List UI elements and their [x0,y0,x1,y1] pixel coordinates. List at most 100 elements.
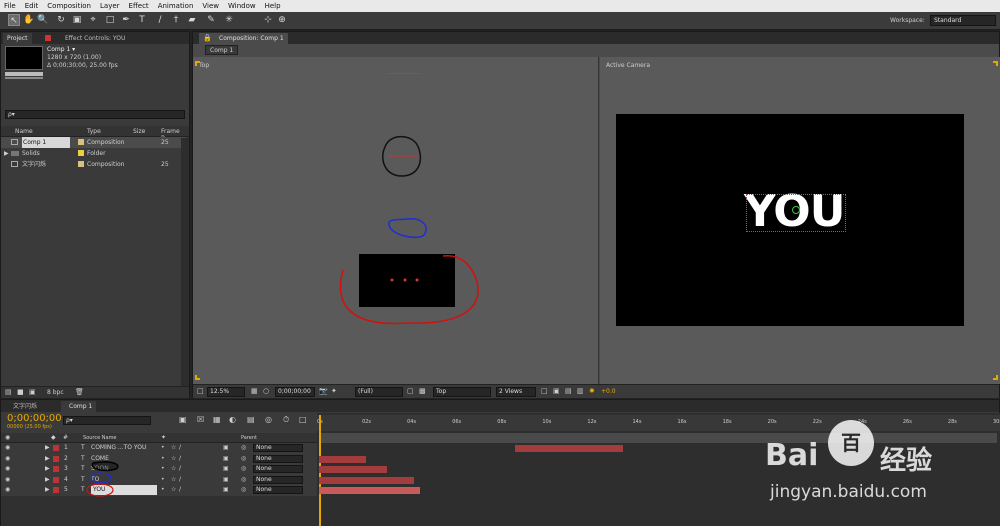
tab-composition[interactable]: Composition: Comp 1 [199,33,288,44]
thumbnail-footer [5,72,43,76]
layer-duration-bar[interactable] [319,466,387,473]
menu-file[interactable]: File [4,2,16,10]
menu-help[interactable]: Help [265,2,281,10]
menu-animation[interactable]: Animation [158,2,194,10]
world-axis-icon[interactable]: ⊕ [276,14,288,26]
project-item-type: Folder [87,150,106,157]
selection-tool-icon[interactable]: ↖ [8,14,20,26]
ruler-tick-label: 04s [407,419,417,425]
ruler-tick-label: 08s [497,419,507,425]
project-scrollbar[interactable] [181,138,189,398]
trash-icon[interactable]: 🗑 [75,388,84,396]
label-swatch [78,161,84,167]
new-folder-icon[interactable]: ■ [17,388,24,396]
comp-size: 1280 x 720 (1.00) [47,54,102,61]
camera-view[interactable]: Active Camera YOU [600,57,1000,384]
new-comp-icon[interactable]: ▣ [29,388,36,396]
red-annotation-circle [339,254,479,325]
layer-duration-bar[interactable] [319,476,414,484]
layer-duration-bar[interactable] [319,487,421,494]
current-time-field[interactable]: 0;00;00;00 [275,387,315,397]
menu-composition[interactable]: Composition [47,2,91,10]
transparency-grid-icon[interactable]: ▩ [419,387,426,395]
comp-frame: YOU [616,114,964,326]
view-label-active-camera: Active Camera [606,62,651,69]
time-ruler[interactable]: 0s02s04s06s08s10s12s14s16s18s20s22s24s26… [317,415,1000,431]
col-name[interactable]: Name [15,128,33,135]
pen-tool-icon[interactable]: ✒ [120,14,132,26]
brush-tool-icon[interactable]: ∕ [154,14,166,26]
black-annotation-circle [91,461,119,472]
blue-annotation-circle [388,218,427,239]
corner-marker [993,375,998,380]
always-preview-icon[interactable]: □ [197,387,204,395]
project-item-name: Solids [22,150,40,157]
axis-mode-icon[interactable]: ⊹ [262,14,274,26]
corner-marker [993,61,998,66]
layer-duration-bar[interactable] [515,445,624,452]
layer-duration-bar[interactable] [319,455,367,463]
project-item[interactable]: Comp 1 Composition 25 [1,137,186,148]
resolution-select[interactable]: (Full) [355,387,403,397]
snapshot-icon[interactable]: 📷 [319,387,328,395]
exposure-value[interactable]: +0.0 [601,388,616,395]
region-of-interest-icon[interactable]: ▢ [407,387,414,395]
folder-icon [11,151,19,156]
anchor-point [403,278,407,282]
col-type[interactable]: Type [87,128,101,135]
puppet-tool-icon[interactable]: ✳ [223,14,235,26]
eraser-tool-icon[interactable]: ▰ [186,14,198,26]
menu-layer[interactable]: Layer [100,2,120,10]
flowchart-icon[interactable]: ▥ [577,387,584,395]
axis-gizmo-icon[interactable] [792,206,800,214]
3d-view-select[interactable]: Top [433,387,491,397]
fast-previews-icon[interactable]: ▣ [553,387,560,395]
project-item-name: 文字闪烁 [22,161,47,168]
composition-footer: □ 12.5% ▦ ○ 0;00;00;00 📷 ✦ (Full) ▢ ▩ To… [193,384,999,398]
clone-tool-icon[interactable]: † [170,14,182,26]
col-size[interactable]: Size [133,128,145,135]
type-tool-icon[interactable]: T [136,14,148,26]
workspace-label: Workspace: [890,17,925,24]
corner-marker [195,61,200,66]
corner-marker [195,375,200,380]
rotate-tool-icon[interactable]: ↻ [55,14,67,26]
pixel-aspect-icon[interactable]: □ [541,387,548,395]
magnification-select[interactable]: 12.5% [207,387,245,397]
menu-view[interactable]: View [202,2,219,10]
tab-effect-controls[interactable]: Effect Controls: YOU [61,33,129,44]
interpret-footage-icon[interactable]: ▤ [5,388,12,396]
view-layout-select[interactable]: 2 Views [496,387,536,397]
menu-window[interactable]: Window [228,2,256,10]
bit-depth-button[interactable]: 8 bpc [47,389,64,396]
project-search-input[interactable]: ρ▾ [5,110,185,119]
top-view[interactable]: Top [193,57,599,384]
pan-behind-tool-icon[interactable]: ⌖ [87,14,99,26]
menu-edit[interactable]: Edit [25,2,39,10]
menu-effect[interactable]: Effect [129,2,149,10]
disclosure-triangle-icon[interactable]: ▶ [4,148,9,159]
project-item-fr: 25 [161,139,169,146]
blue-annotation-circle [90,472,112,484]
tab-project[interactable]: Project [3,33,32,44]
project-column-header: Name Type Size Frame R... [1,126,189,142]
hand-tool-icon[interactable]: ✋ [23,14,35,26]
exposure-icon[interactable]: ✹ [589,387,595,395]
project-item[interactable]: ▶ Solids Folder [1,148,186,159]
zoom-tool-icon[interactable]: 🔍 [37,14,49,26]
roto-brush-tool-icon[interactable]: ✎ [205,14,217,26]
grid-icon[interactable]: ▦ [251,387,258,395]
watermark-brand: Bai [765,438,819,473]
camera-tool-icon[interactable]: ▣ [71,14,83,26]
mask-tool-icon[interactable]: □ [104,14,116,26]
layer-annotation-overlay [86,461,119,497]
lock-icon[interactable]: 🔒 [203,34,212,42]
channel-icon[interactable]: ✦ [331,387,337,395]
tab-comp-1[interactable]: Comp 1 [205,45,239,55]
comp-duration: Δ 0;00;30;00, 25.00 fps [47,62,118,69]
mask-visibility-icon[interactable]: ○ [263,387,269,395]
project-item[interactable]: 文字闪烁 Composition 25 [1,159,186,170]
menu-bar: File Edit Composition Layer Effect Anima… [0,0,1000,12]
timeline-icon[interactable]: ▤ [565,387,572,395]
workspace-select[interactable]: Standard [930,15,996,26]
